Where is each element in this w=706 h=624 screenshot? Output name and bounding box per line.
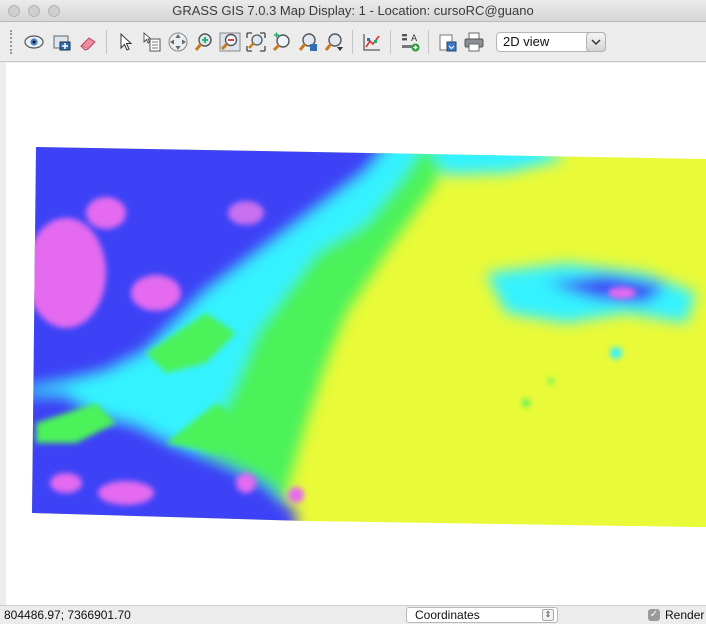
analyze-icon[interactable]	[360, 30, 384, 54]
query-icon[interactable]	[140, 30, 164, 54]
toolbar-separator	[106, 30, 107, 54]
view-mode-select[interactable]: 2D view	[496, 32, 606, 52]
cursor-coordinates: 804486.97; 7366901.70	[4, 608, 131, 622]
render-label: Render	[665, 608, 705, 622]
toolbar-separator	[428, 30, 429, 54]
view-mode-value: 2D view	[503, 34, 550, 49]
pan-icon[interactable]	[166, 30, 190, 54]
save-image-icon[interactable]	[436, 30, 460, 54]
erase-display-icon[interactable]	[76, 30, 100, 54]
elevation-raster-map	[32, 147, 706, 527]
zoom-out-icon[interactable]	[218, 30, 242, 54]
display-map-icon[interactable]	[22, 30, 46, 54]
chevron-down-icon	[586, 32, 606, 52]
chevron-updown-icon: ⇕	[542, 609, 554, 621]
toolbar-grip[interactable]	[10, 30, 15, 54]
svg-text:A: A	[411, 34, 418, 44]
zoom-menu-icon[interactable]	[322, 30, 346, 54]
map-toolbar: A 2D view	[0, 22, 706, 62]
statusbar-mode-value: Coordinates	[415, 608, 480, 622]
zoom-extent-icon[interactable]	[244, 30, 268, 54]
decoration-icon[interactable]: A	[398, 30, 422, 54]
toolbar-separator	[352, 30, 353, 54]
statusbar-mode-select[interactable]: Coordinates ⇕	[406, 607, 558, 623]
window-title: GRASS GIS 7.0.3 Map Display: 1 - Locatio…	[172, 3, 534, 18]
status-bar: 804486.97; 7366901.70 Coordinates ⇕ ✓ Re…	[0, 605, 706, 624]
map-canvas[interactable]	[6, 63, 706, 605]
checkmark-icon: ✓	[648, 609, 660, 621]
toolbar-separator	[390, 30, 391, 54]
print-icon[interactable]	[462, 30, 486, 54]
pointer-icon[interactable]	[114, 30, 138, 54]
title-bar: GRASS GIS 7.0.3 Map Display: 1 - Locatio…	[0, 0, 706, 22]
zoom-back-icon[interactable]	[270, 30, 294, 54]
render-checkbox[interactable]: ✓ Render	[648, 608, 704, 622]
zoom-in-icon[interactable]	[192, 30, 216, 54]
zoom-region-icon[interactable]	[296, 30, 320, 54]
render-map-icon[interactable]	[50, 30, 74, 54]
